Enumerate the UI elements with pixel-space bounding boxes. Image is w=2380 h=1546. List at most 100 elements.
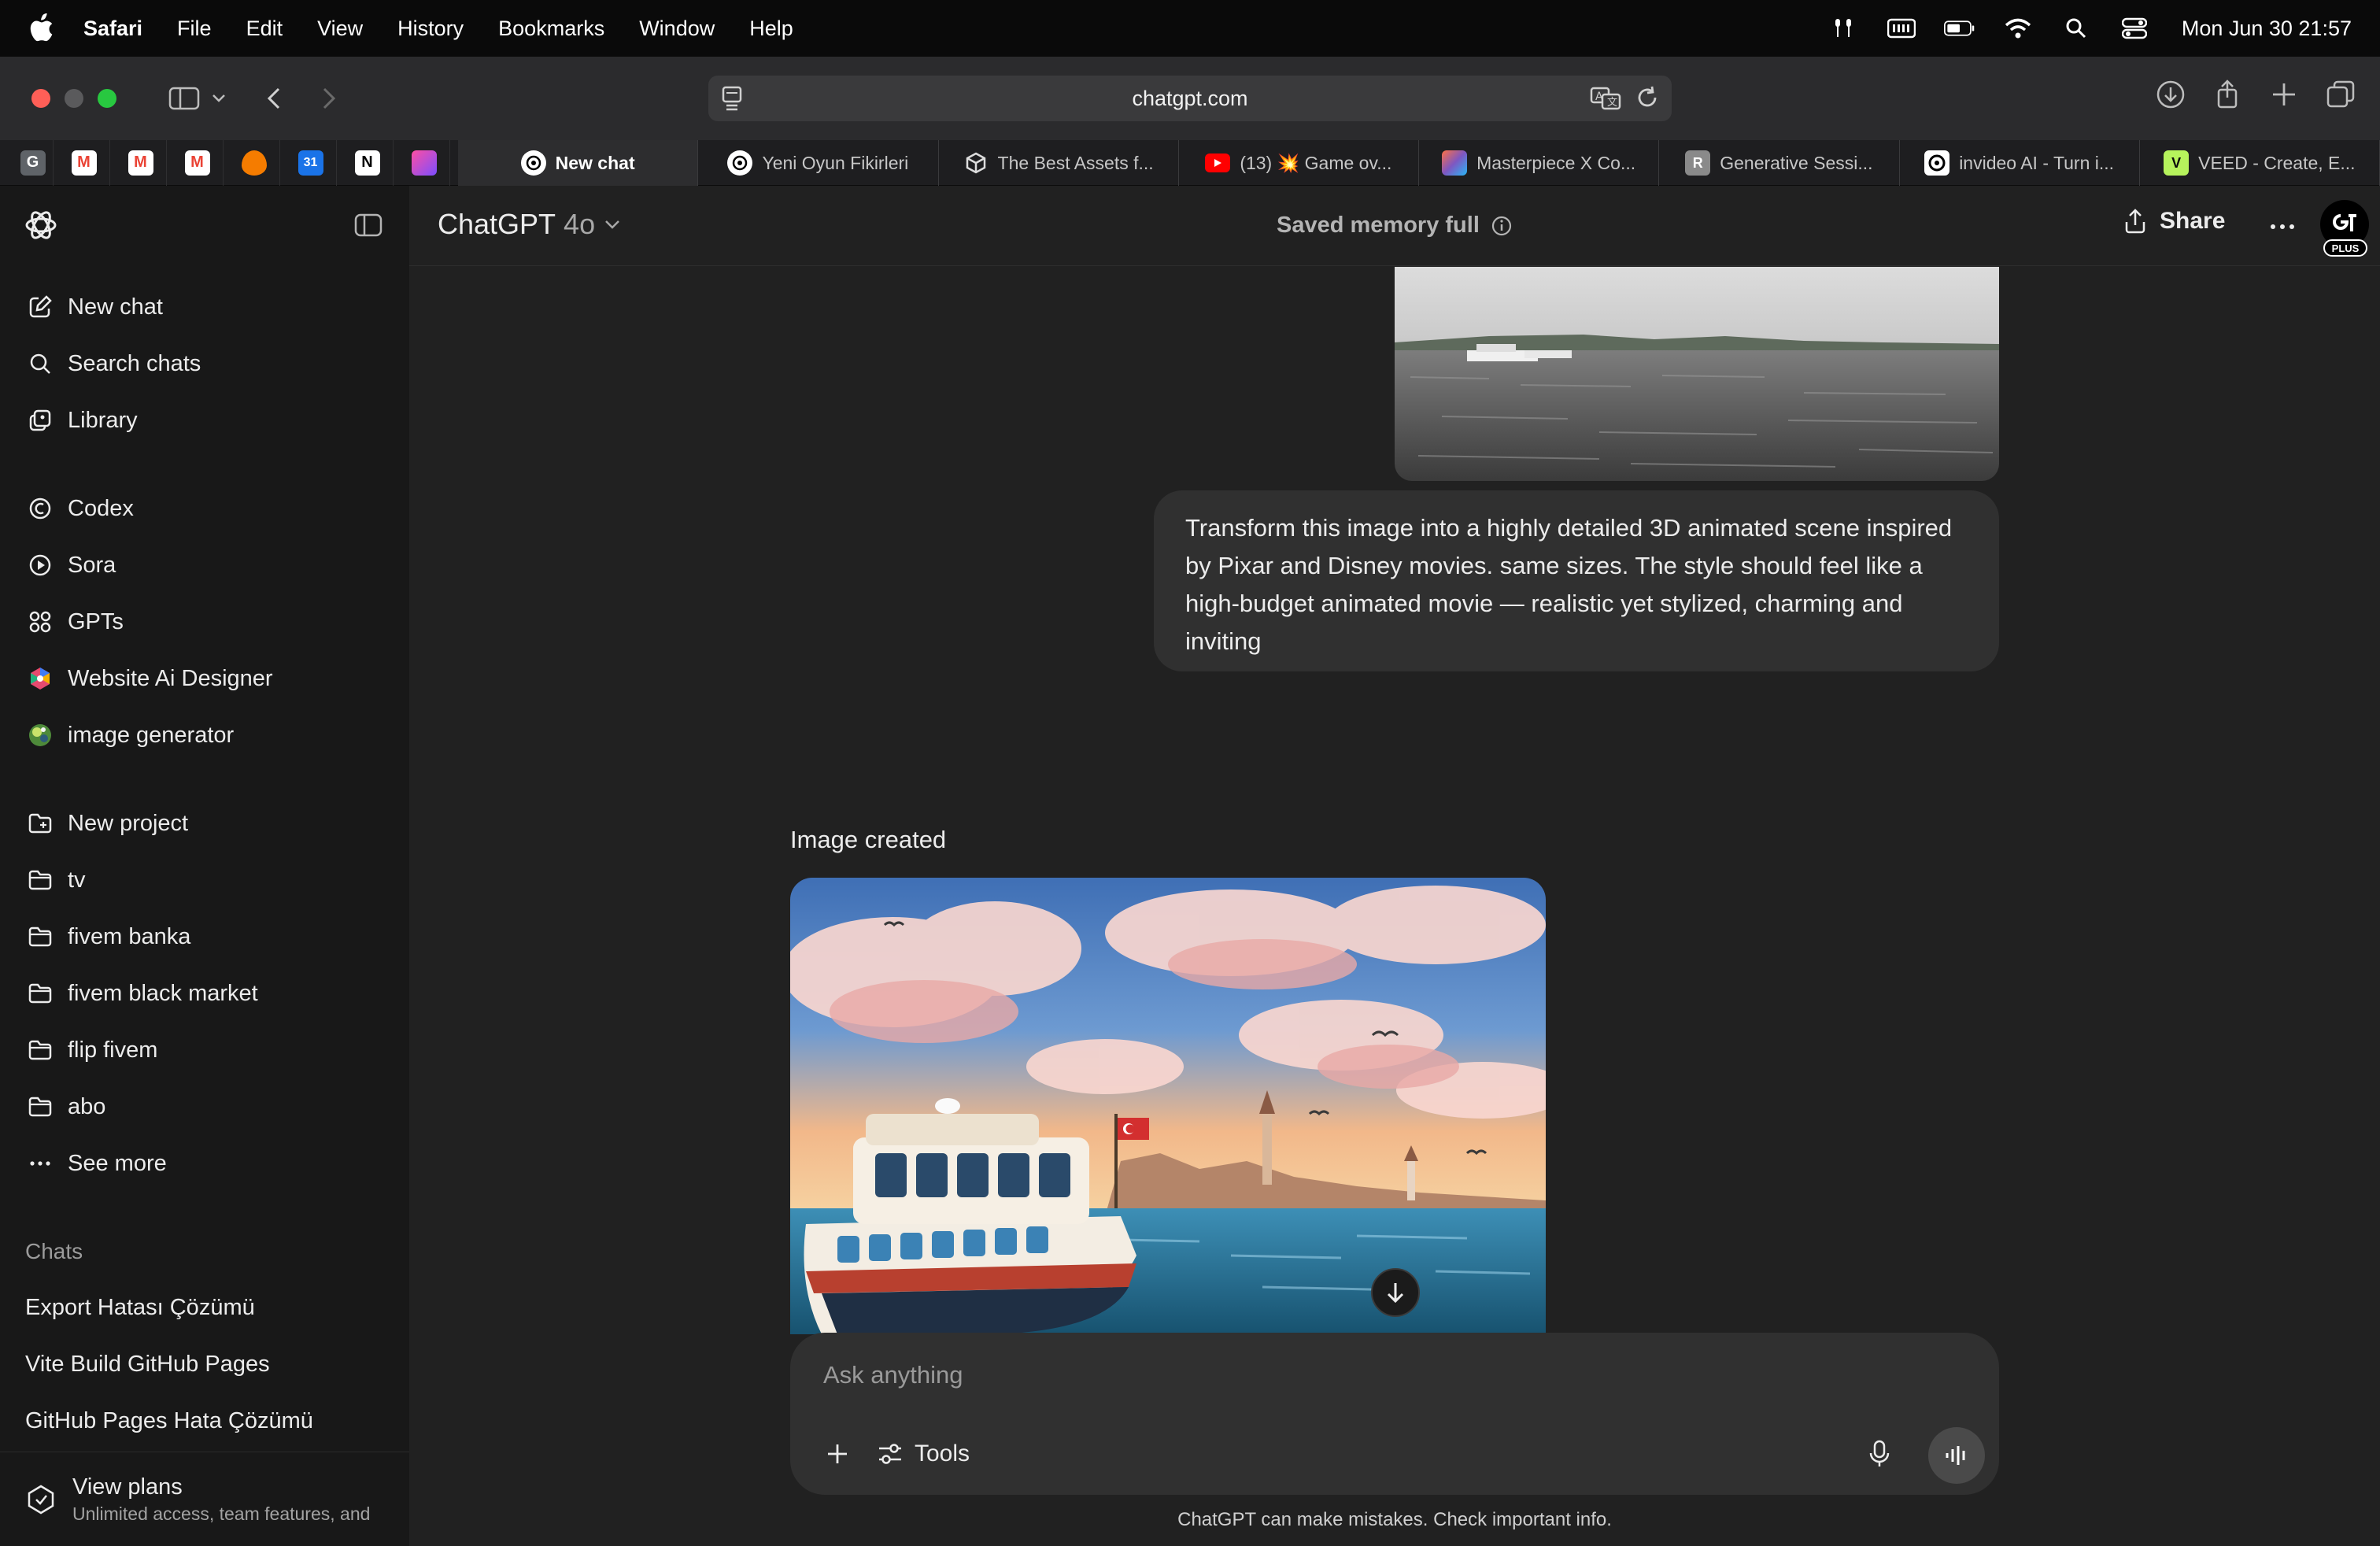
memory-status[interactable]: Saved memory full <box>1277 213 1513 239</box>
keyboard-layout-icon[interactable] <box>1886 15 1917 42</box>
sidebar-item-label: New project <box>68 810 189 836</box>
tab-label: The Best Assets f... <box>997 152 1154 173</box>
menu-file[interactable]: File <box>177 17 212 41</box>
tab-overview-icon[interactable] <box>2325 79 2356 114</box>
wifi-icon[interactable] <box>2002 15 2034 42</box>
veed-favicon-icon: V <box>2164 150 2190 176</box>
menubar-clock[interactable]: Mon Jun 30 21:57 <box>2182 17 2352 41</box>
pinned-tab[interactable] <box>228 139 280 186</box>
message-composer[interactable]: Ask anything Tools <box>790 1333 1999 1495</box>
spotlight-search-icon[interactable] <box>2060 15 2092 42</box>
sidebar-sora[interactable]: Sora <box>14 540 395 590</box>
share-icon <box>2125 209 2145 234</box>
reload-icon[interactable] <box>1635 85 1659 116</box>
address-bar[interactable]: chatgpt.com A文 <box>708 76 1672 121</box>
chat-history-item[interactable]: Export Hatası Çözümü <box>25 1295 255 1321</box>
menu-view[interactable]: View <box>317 17 363 41</box>
scroll-to-bottom-button[interactable] <box>1371 1268 1420 1317</box>
sidebar-codex[interactable]: Codex <box>14 483 395 534</box>
user-avatar[interactable]: PLUS <box>2320 200 2369 257</box>
close-sidebar-icon[interactable] <box>353 209 384 241</box>
airpods-icon[interactable] <box>1828 15 1859 42</box>
sidebar-search-chats[interactable]: Search chats <box>14 338 395 389</box>
close-window-button[interactable] <box>31 89 50 108</box>
menu-edit[interactable]: Edit <box>246 17 283 41</box>
sidebar-see-more[interactable]: See more <box>14 1138 395 1189</box>
folder-icon <box>25 865 55 895</box>
attach-button[interactable] <box>817 1433 858 1474</box>
share-page-icon[interactable] <box>2212 79 2243 114</box>
control-center-icon[interactable] <box>2119 15 2150 42</box>
pinned-tab[interactable]: N <box>342 139 394 186</box>
chat-history-item[interactable]: Vite Build GitHub Pages <box>25 1352 270 1378</box>
masterpiece-favicon-icon <box>1442 150 1468 176</box>
page-menu-icon[interactable] <box>721 85 745 117</box>
chat-history-item[interactable]: GitHub Pages Hata Çözümü <box>25 1408 313 1434</box>
menu-help[interactable]: Help <box>749 17 793 41</box>
sidebar-project-fivem-banka[interactable]: fivem banka <box>14 912 395 962</box>
avatar-monogram-icon <box>2333 214 2356 231</box>
pinned-tab[interactable] <box>398 139 450 186</box>
user-uploaded-image[interactable] <box>1395 267 1999 481</box>
sidebar-gpts[interactable]: GPTs <box>14 597 395 647</box>
model-selector[interactable]: ChatGPT 4o <box>438 208 622 241</box>
sidebar-project-tv[interactable]: tv <box>14 855 395 905</box>
sidebar-toggle-icon[interactable] <box>167 81 201 116</box>
downloads-icon[interactable] <box>2155 79 2186 114</box>
openai-logo-icon[interactable] <box>22 206 60 244</box>
menu-window[interactable]: Window <box>639 17 715 41</box>
sora-icon <box>25 550 55 580</box>
battery-icon[interactable] <box>1943 15 1975 42</box>
sidebar-project-fivem-black-market[interactable]: fivem black market <box>14 968 395 1019</box>
prompt-input[interactable]: Ask anything <box>823 1361 963 1389</box>
tab-yeni-oyun[interactable]: Yeni Oyun Fikirleri <box>698 140 939 186</box>
pinned-tab[interactable]: M <box>172 139 224 186</box>
zoom-window-button[interactable] <box>98 89 116 108</box>
generated-image[interactable] <box>790 878 1546 1334</box>
new-folder-icon <box>25 808 55 838</box>
tab-masterpiece[interactable]: Masterpiece X Co... <box>1419 140 1660 186</box>
back-icon[interactable] <box>257 81 291 116</box>
tab-veed[interactable]: V VEED - Create, E... <box>2140 140 2380 186</box>
view-plans-subtitle: Unlimited access, team features, and <box>72 1503 371 1524</box>
sidebar-new-project[interactable]: New project <box>14 798 395 849</box>
minimize-window-button[interactable] <box>65 89 83 108</box>
folder-icon <box>25 1092 55 1122</box>
pinned-tab[interactable]: G <box>13 139 54 186</box>
runway-favicon-icon: R <box>1685 150 1711 176</box>
forward-icon[interactable] <box>312 81 346 116</box>
pinned-tab[interactable]: M <box>115 139 167 186</box>
sidebar-project-abo[interactable]: abo <box>14 1082 395 1132</box>
more-options-icon[interactable] <box>2265 209 2300 244</box>
tab-invideo[interactable]: invideo AI - Turn i... <box>1900 140 2140 186</box>
translate-icon[interactable]: A文 <box>1590 85 1621 116</box>
youtube-favicon-icon <box>1205 153 1231 172</box>
tab-generative-session[interactable]: R Generative Sessi... <box>1659 140 1900 186</box>
conversation-area: Transform this image into a highly detai… <box>409 267 2380 1546</box>
sidebar-gpt-image-generator[interactable]: image generator <box>14 710 395 760</box>
chatgpt-favicon-icon <box>520 150 546 176</box>
share-button[interactable]: Share <box>2122 208 2225 235</box>
sidebar-item-label: fivem banka <box>68 923 191 949</box>
apple-logo-icon[interactable] <box>28 13 55 43</box>
sidebar-library[interactable]: Library <box>14 395 395 446</box>
sidebar-gpt-website-ai-designer[interactable]: Website Ai Designer <box>14 653 395 704</box>
sidebar-project-flip-fivem[interactable]: flip fivem <box>14 1025 395 1075</box>
dictate-button[interactable] <box>1859 1433 1900 1474</box>
tab-new-chat[interactable]: New chat <box>458 140 699 186</box>
tab-group-chevron-icon[interactable] <box>201 81 236 116</box>
new-chat-icon <box>25 292 55 322</box>
pinned-tab[interactable]: M <box>58 139 110 186</box>
tab-best-assets[interactable]: The Best Assets f... <box>939 140 1179 186</box>
menu-safari[interactable]: Safari <box>83 17 142 41</box>
view-plans-button[interactable]: View plans Unlimited access, team featur… <box>0 1452 409 1546</box>
new-tab-icon[interactable] <box>2268 79 2300 114</box>
voice-mode-button[interactable] <box>1928 1427 1985 1484</box>
tools-button[interactable]: Tools <box>877 1433 970 1474</box>
menu-history[interactable]: History <box>397 17 464 41</box>
menu-bookmarks[interactable]: Bookmarks <box>498 17 604 41</box>
pinned-tab[interactable]: 31 <box>285 139 337 186</box>
sidebar-new-chat[interactable]: New chat <box>14 282 395 332</box>
tab-youtube[interactable]: (13) 💥 Game ov... <box>1179 140 1419 186</box>
invideo-favicon-icon <box>1924 150 1950 176</box>
